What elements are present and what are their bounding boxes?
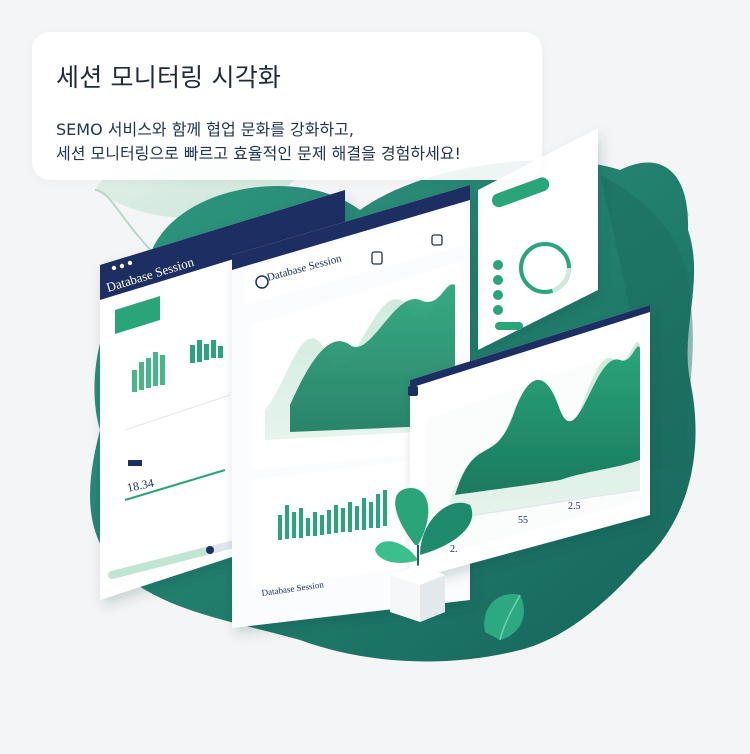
description-line-2: 세션 모니터링으로 빠르고 효율적인 문제 해결을 경험하세요! xyxy=(56,144,461,163)
svg-text:2.5: 2.5 xyxy=(568,501,581,512)
page-description: SEMO 서비스와 함께 협업 문화를 강화하고, 세션 모니터링으로 빠르고 … xyxy=(56,118,461,166)
svg-text:2.: 2. xyxy=(450,544,458,555)
svg-text:55: 55 xyxy=(518,515,528,526)
info-card: 세션 모니터링 시각화 SEMO 서비스와 함께 협업 문화를 강화하고, 세션… xyxy=(32,32,542,180)
page-title: 세션 모니터링 시각화 xyxy=(56,63,282,92)
description-line-1: SEMO 서비스와 함께 협업 문화를 강화하고, xyxy=(56,120,354,139)
